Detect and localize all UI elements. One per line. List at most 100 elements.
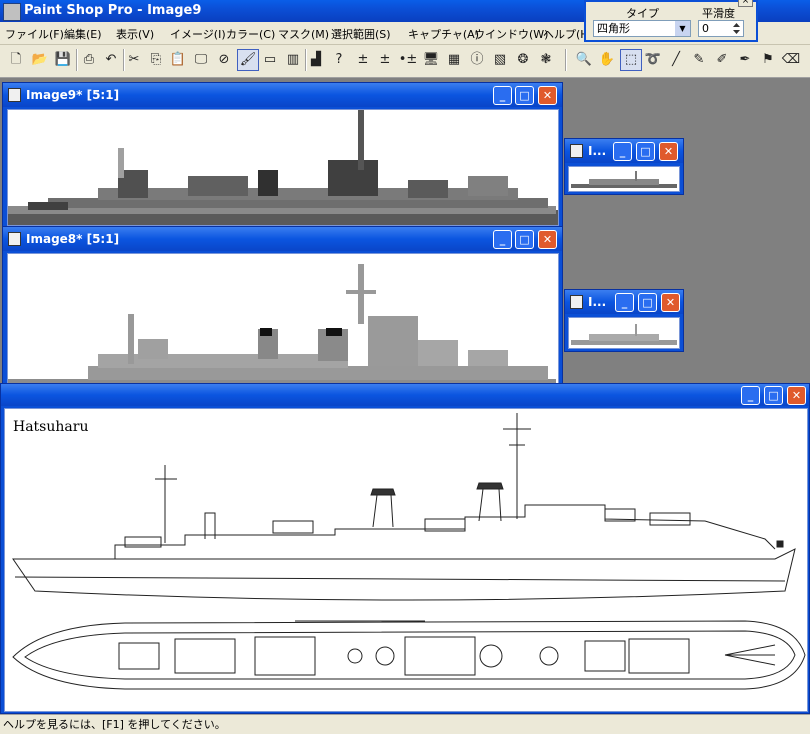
menu-view[interactable]: 表示(V) (116, 26, 154, 42)
pixelated-ship-image (8, 110, 558, 225)
selection-rect-icon[interactable]: ⬚ (620, 49, 642, 71)
image9-titlebar[interactable]: Image9* [5:1] _ □ ✕ (3, 83, 562, 107)
document-icon (570, 295, 583, 309)
type-label: タイプ (626, 7, 659, 20)
menu-image[interactable]: イメージ(I) (170, 26, 226, 42)
close-icon[interactable]: ✕ (538, 230, 557, 249)
thumb1-canvas[interactable] (568, 166, 680, 192)
thumb2-titlebar[interactable]: I... _ □ ✕ (565, 290, 683, 314)
copy-icon[interactable]: ⎘ (146, 50, 166, 70)
thumbnail-window-1[interactable]: I... _ □ ✕ (564, 138, 684, 195)
menu-selection[interactable]: 選択範囲(S) (331, 26, 391, 42)
pixelated-ship-image (8, 264, 556, 397)
thumb2-title: I... (588, 295, 607, 309)
effects-icon[interactable]: ❃ (536, 50, 556, 70)
info-icon[interactable]: ⓘ (467, 50, 487, 70)
retouch-icon[interactable]: ✒ (735, 50, 755, 70)
paste-icon[interactable]: 📋 (168, 50, 188, 70)
minimize-icon[interactable]: _ (613, 142, 632, 161)
ship-line-drawing (12, 413, 806, 690)
layers-icon[interactable]: ▦ (444, 50, 464, 70)
main-toolbar: 🗋 📂 💾 ⎙ ↶ ✂ ⎘ 📋 🖵 ⊘ 🖌 ▭ ▥ ▟ ? ± ± •± 🖥 ▦… (0, 45, 810, 78)
image9-title: Image9* [5:1] (26, 88, 120, 102)
status-bar: ヘルプを見るには、[F1] を押してください。 (0, 714, 810, 734)
gamma-icon[interactable]: •± (398, 50, 418, 70)
eraser-icon[interactable]: ⌫ (781, 50, 801, 70)
maximize-icon[interactable]: □ (515, 86, 534, 105)
close-icon[interactable]: ✕ (787, 386, 806, 405)
histogram-icon[interactable]: ▟ (306, 50, 326, 70)
save-icon[interactable]: 💾 (53, 50, 73, 70)
maximize-icon[interactable]: □ (515, 230, 534, 249)
menu-file[interactable]: ファイル(F) (5, 26, 64, 42)
thumb1-title: I... (588, 144, 607, 158)
menu-color[interactable]: カラー(C) (226, 26, 275, 42)
smoothness-value: 0 (702, 22, 709, 35)
open-folder-icon[interactable]: 📂 (30, 50, 50, 70)
help-pointer-icon[interactable]: ? (329, 50, 349, 70)
type-select-value: 四角形 (597, 22, 630, 35)
normal-view-icon[interactable]: ⊘ (214, 50, 234, 70)
clone-brush-icon[interactable]: ✐ (712, 50, 732, 70)
thumb2-canvas[interactable] (568, 317, 680, 349)
app-icon (3, 3, 21, 21)
ship-thumbnail (571, 171, 677, 188)
ship-thumbnail (571, 324, 677, 345)
smoothness-spinner[interactable]: 0 (698, 20, 744, 37)
maximize-icon[interactable]: □ (636, 142, 655, 161)
minimize-icon[interactable]: _ (615, 293, 634, 312)
app-title: Paint Shop Pro - Image9 (24, 3, 202, 18)
dropper-icon[interactable]: ╱ (666, 50, 686, 70)
image8-canvas[interactable] (7, 253, 559, 400)
cut-icon[interactable]: ✂ (124, 50, 144, 70)
menu-capture[interactable]: キャプチャ(A) (408, 26, 479, 42)
thumb1-titlebar[interactable]: I... _ □ ✕ (565, 139, 683, 163)
undo-icon[interactable]: ↶ (101, 50, 121, 70)
spinner-arrows-icon[interactable] (731, 22, 742, 35)
chevron-down-icon[interactable]: ▼ (675, 21, 690, 36)
ship-caption: Hatsuharu (13, 419, 89, 435)
zoom-icon[interactable]: 🔍 (574, 50, 594, 70)
brightness-contrast-icon[interactable]: ± (353, 50, 373, 70)
new-file-icon[interactable]: 🗋 (6, 50, 26, 70)
disabled-tool-icon: ▧ (493, 52, 507, 67)
lasso-icon[interactable]: ➰ (643, 50, 663, 70)
paintbrush-icon[interactable]: ✎ (689, 50, 709, 70)
minimize-icon[interactable]: _ (741, 386, 760, 405)
menu-window[interactable]: ウインドウ(W) (474, 26, 548, 42)
pan-hand-icon[interactable]: ✋ (597, 50, 617, 70)
thumbnail-window-2[interactable]: I... _ □ ✕ (564, 289, 684, 352)
filter-icon[interactable]: ❂ (513, 50, 533, 70)
main-titlebar[interactable]: _ □ ✕ (1, 384, 809, 406)
screen-capture-icon[interactable]: 🖥 (421, 50, 441, 70)
image9-window[interactable]: Image9* [5:1] _ □ ✕ (2, 82, 563, 228)
main-canvas[interactable] (4, 408, 808, 712)
type-select[interactable]: 四角形 ▼ (593, 20, 691, 37)
close-icon[interactable]: ✕ (659, 142, 678, 161)
tool-palette-icon[interactable]: ▭ (260, 50, 280, 70)
flag-color-icon[interactable]: ⚑ (758, 50, 778, 70)
close-icon[interactable]: ✕ (661, 293, 680, 312)
maximize-icon[interactable]: □ (638, 293, 657, 312)
main-image-window[interactable]: _ □ ✕ (0, 383, 810, 714)
close-icon[interactable]: ✕ (538, 86, 557, 105)
color-palette-icon[interactable]: ▥ (283, 50, 303, 70)
full-screen-icon[interactable]: 🖵 (191, 50, 211, 70)
smooth-label: 平滑度 (702, 7, 735, 20)
brush-palette-icon[interactable]: 🖌 (237, 49, 259, 71)
image8-titlebar[interactable]: Image8* [5:1] _ □ ✕ (3, 227, 562, 251)
document-icon (570, 144, 583, 158)
minimize-icon[interactable]: _ (493, 230, 512, 249)
image9-canvas[interactable] (7, 109, 559, 226)
palette-close-icon[interactable]: × (738, 0, 753, 7)
rgb-adjust-icon[interactable]: ± (375, 50, 395, 70)
menu-edit[interactable]: 編集(E) (64, 26, 102, 42)
maximize-icon[interactable]: □ (764, 386, 783, 405)
menu-mask[interactable]: マスク(M) (278, 26, 329, 42)
tool-options-palette: × タイプ 平滑度 四角形 ▼ 0 (584, 0, 758, 42)
document-icon (8, 232, 21, 246)
minimize-icon[interactable]: _ (493, 86, 512, 105)
image8-window[interactable]: Image8* [5:1] _ □ ✕ (2, 226, 563, 402)
print-icon[interactable]: ⎙ (79, 50, 99, 70)
status-text: ヘルプを見るには、[F1] を押してください。 (3, 718, 226, 731)
